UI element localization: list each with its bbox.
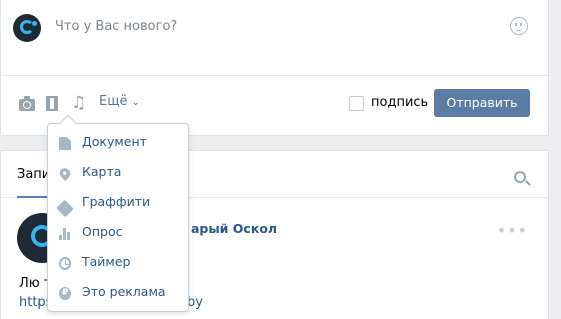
more-button[interactable]: Ещё ⌄ bbox=[99, 94, 140, 109]
ruble-icon: ₽ bbox=[59, 287, 71, 300]
camera-icon[interactable] bbox=[19, 96, 35, 111]
menu-item-document[interactable]: Документ bbox=[48, 128, 188, 158]
send-button[interactable]: Отправить bbox=[434, 89, 530, 117]
menu-item-label: Карта bbox=[82, 164, 122, 179]
menu-item-label: Документ bbox=[82, 134, 147, 149]
timer-icon bbox=[59, 257, 71, 270]
menu-item-label: Это реклама bbox=[82, 284, 166, 299]
menu-item-graffiti[interactable]: Граффити bbox=[48, 188, 188, 218]
tab-posts[interactable]: Запи bbox=[17, 167, 50, 182]
document-icon bbox=[59, 137, 71, 150]
map-pin-icon bbox=[57, 165, 73, 182]
poll-icon bbox=[59, 227, 71, 240]
signature-label[interactable]: подпись bbox=[371, 95, 428, 110]
post-composer: Что у Вас нового? ♫ Ещё ⌄ подпись Отправи… bbox=[0, 0, 549, 136]
menu-item-map[interactable]: Карта bbox=[48, 158, 188, 188]
video-icon[interactable] bbox=[46, 96, 58, 111]
menu-item-poll[interactable]: Опрос bbox=[48, 218, 188, 248]
signature-checkbox[interactable] bbox=[349, 96, 364, 111]
post-link-end[interactable]: by bbox=[187, 295, 203, 310]
composer-divider bbox=[1, 75, 548, 76]
more-label: Ещё bbox=[99, 94, 128, 109]
search-icon[interactable] bbox=[514, 171, 526, 183]
menu-item-label: Таймер bbox=[82, 254, 131, 269]
chevron-down-icon: ⌄ bbox=[131, 97, 140, 108]
menu-item-timer[interactable]: Таймер bbox=[48, 248, 188, 278]
menu-item-ad[interactable]: ₽ Это реклама bbox=[48, 278, 188, 308]
more-dots-icon[interactable]: ••• bbox=[497, 221, 528, 240]
post-author-name[interactable]: арый Оскол bbox=[191, 221, 277, 236]
brush-icon bbox=[56, 199, 74, 218]
menu-item-label: Граффити bbox=[82, 194, 151, 209]
attach-more-menu: Документ Карта Граффити Опрос Таймер ₽ Э… bbox=[47, 123, 189, 312]
emoji-icon[interactable] bbox=[510, 17, 528, 35]
logo-dot bbox=[32, 21, 37, 26]
music-icon[interactable]: ♫ bbox=[71, 94, 86, 112]
user-avatar[interactable] bbox=[13, 14, 41, 42]
menu-item-label: Опрос bbox=[82, 224, 123, 239]
post-input[interactable]: Что у Вас нового? bbox=[55, 19, 177, 34]
